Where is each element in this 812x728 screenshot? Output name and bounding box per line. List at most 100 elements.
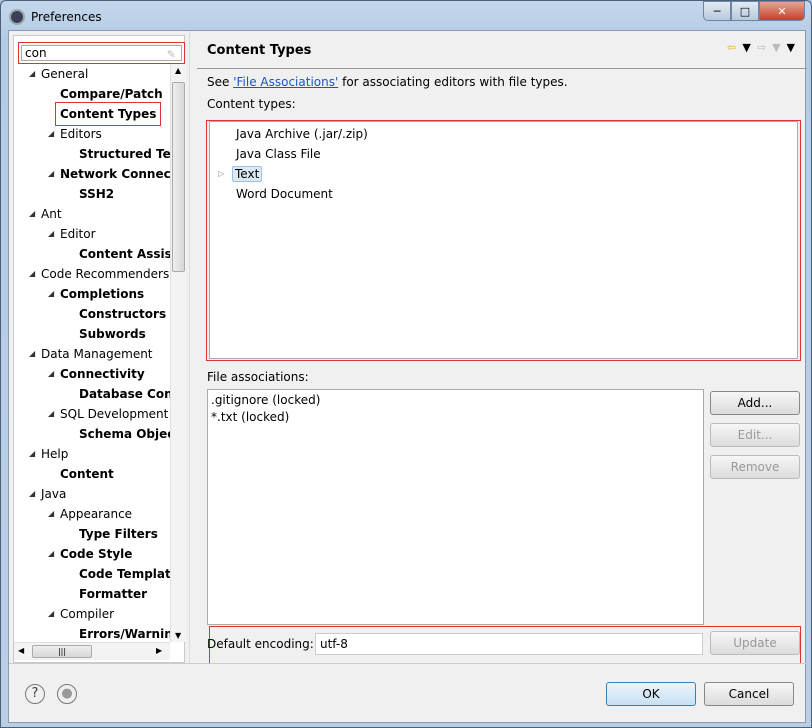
tree-item-label: Completions [60,287,145,301]
file-association-item[interactable]: *.txt (locked) [208,409,703,426]
tree-item-label: Editor [60,227,96,241]
expand-arrow-icon[interactable]: ◢ [29,444,35,464]
expand-arrow-icon[interactable]: ◢ [48,284,54,304]
scroll-up-icon[interactable]: ▲ [175,66,181,75]
expand-arrow-icon[interactable]: ◢ [48,224,54,244]
tree-item[interactable]: Errors/Warnin [14,624,170,642]
close-button[interactable]: ✕ [759,1,805,21]
tree-item[interactable]: ◢ Network Connect [14,164,170,184]
expand-arrow-icon[interactable]: ◢ [29,484,35,504]
expand-arrow-icon[interactable]: ◢ [29,204,35,224]
app-icon [9,9,25,25]
tree-item[interactable]: Formatter [14,584,170,604]
title-bar: Preferences [9,7,102,27]
tree-item-label: Connectivity [60,367,145,381]
expand-arrow-icon[interactable]: ◢ [48,544,54,564]
forward-arrow-icon[interactable]: ⇨ [757,41,766,54]
minimize-button[interactable]: ─ [703,1,731,21]
expand-arrow-icon[interactable]: ◢ [29,64,35,84]
add-button[interactable]: Add... [710,391,800,415]
ok-button[interactable]: OK [606,682,696,706]
scroll-right-icon[interactable]: ▶ [156,646,162,655]
tree-item[interactable]: ◢ Completions [14,284,170,304]
tree-item-label: Appearance [60,507,133,521]
scroll-down-icon[interactable]: ▼ [175,631,181,640]
update-button[interactable]: Update [710,631,800,655]
tree-item[interactable]: Subwords [14,324,170,344]
tree-item[interactable]: Type Filters [14,524,170,544]
tree-item[interactable]: ◢ Help [14,444,170,464]
tree-item[interactable]: Schema Objec [14,424,170,444]
tree-item[interactable]: Code Templat [14,564,170,584]
expand-arrow-icon[interactable]: ◢ [48,164,54,184]
tree-item[interactable]: ◢ Ant [14,204,170,224]
filter-input[interactable] [21,45,182,61]
vertical-scroll-thumb[interactable] [172,82,185,272]
tree-item[interactable]: ◢ Code Style [14,544,170,564]
back-arrow-icon[interactable]: ⇦ [727,41,736,54]
tree-item-label: Content Assist [79,247,170,261]
help-icon[interactable]: ? [25,684,45,704]
clear-icon[interactable]: ✎ [167,48,176,61]
tree-item[interactable]: ◢ Data Management [14,344,170,364]
edit-button[interactable]: Edit... [710,423,800,447]
tree-item-label: Compare/Patch [60,87,163,101]
expand-arrow-icon[interactable]: ◢ [48,604,54,624]
maximize-button[interactable]: □ [731,1,759,21]
tree-item[interactable]: ◢ Java [14,484,170,504]
tree-item[interactable]: ◢ SQL Development [14,404,170,424]
file-associations-list[interactable]: .gitignore (locked) *.txt (locked) [207,389,704,625]
expand-arrow-icon[interactable]: ◢ [29,344,35,364]
remove-button[interactable]: Remove [710,455,800,479]
tree-item[interactable]: ◢ Connectivity [14,364,170,384]
tree-item[interactable]: Compare/Patch [14,84,170,104]
tree-item-label: Code Style [60,547,133,561]
cancel-button[interactable]: Cancel [704,682,794,706]
back-menu-icon[interactable]: ▼ [742,41,750,54]
file-associations-link[interactable]: 'File Associations' [233,75,338,89]
desc-text: See [207,75,234,89]
tree-vertical-scrollbar[interactable]: ▲ ▼ [170,64,186,642]
expand-arrow-icon[interactable]: ◢ [48,124,54,144]
tree-item-label: Type Filters [79,527,158,541]
file-association-item[interactable]: .gitignore (locked) [208,392,703,409]
preference-tree: ◢ General Compare/Patch Content Types ◢ Edito… [14,64,170,642]
tree-item-label: Compiler [60,607,115,621]
tree-item[interactable]: ◢ Editors [14,124,170,144]
filter-search-box: ✎ [18,42,185,64]
forward-menu-icon[interactable]: ▼ [772,41,780,54]
tree-item[interactable]: ◢ Appearance [14,504,170,524]
tree-item[interactable]: ◢ Code Recommenders [14,264,170,284]
tree-item-label: Schema Objec [79,427,170,441]
default-encoding-input[interactable]: utf-8 [315,633,703,655]
desc-text-end: for associating editors with file types. [338,75,568,89]
expand-arrow-icon[interactable]: ◢ [48,504,54,524]
tree-item-label: Structured Tex [79,147,170,161]
view-menu-icon[interactable]: ▼ [787,41,795,54]
tree-item[interactable]: ◢ Editor [14,224,170,244]
expand-arrow-icon[interactable]: ◢ [29,264,35,284]
page-title: Content Types [207,43,312,58]
tree-item[interactable]: ◢ Compiler [14,604,170,624]
highlight-box [206,120,801,361]
tree-item[interactable]: Structured Tex [14,144,170,164]
tree-horizontal-scrollbar[interactable]: ◀ ||| ▶ [14,642,170,660]
panel-divider[interactable] [189,31,190,663]
tree-item[interactable]: Content [14,464,170,484]
horizontal-scroll-thumb[interactable]: ||| [32,645,92,658]
tree-item-label: Java [41,487,67,501]
description: See 'File Associations' for associating … [207,75,568,89]
import-export-icon[interactable]: ● [57,684,77,704]
tree-item[interactable]: SSH2 [14,184,170,204]
tree-item-label: Help [41,447,69,461]
tree-item[interactable]: ◢ General [14,64,170,84]
tree-item[interactable]: Database Conn [14,384,170,404]
scroll-left-icon[interactable]: ◀ [18,646,24,655]
tree-item[interactable]: Constructors [14,304,170,324]
tree-item[interactable]: Content Types [14,102,170,126]
expand-arrow-icon[interactable]: ◢ [48,404,54,424]
expand-arrow-icon[interactable]: ◢ [48,364,54,384]
preferences-window: Preferences ─ □ ✕ ✎ ◢ General Compare/Patc… [0,0,812,728]
tree-item-label: Code Templat [79,567,170,581]
tree-item[interactable]: Content Assist [14,244,170,264]
